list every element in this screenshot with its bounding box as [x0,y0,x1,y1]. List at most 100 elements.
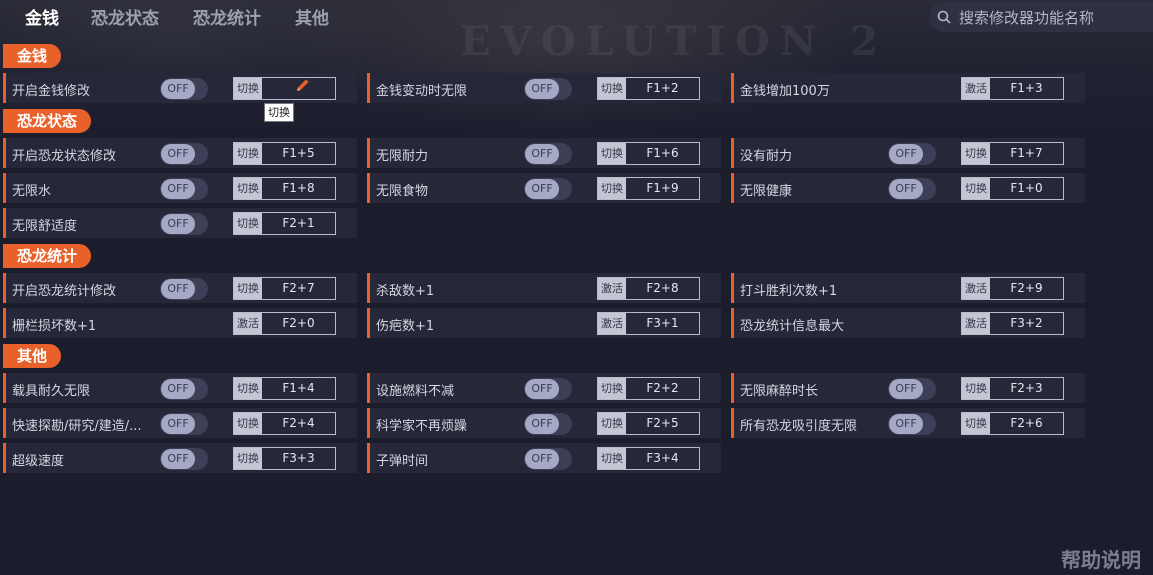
hotkey-field[interactable]: 激活 F1+3 [961,77,1064,100]
hotkey-value[interactable]: F1+0 [990,178,1063,199]
cheat-label: 载具耐久无限 [12,384,91,399]
pencil-icon[interactable] [295,77,311,100]
hotkey-field[interactable]: 切换 F1+6 [597,142,700,165]
hotkey-field[interactable]: 激活 F2+8 [597,277,700,300]
hotkey-value[interactable]: F2+0 [262,313,335,334]
hotkey-value[interactable]: F2+7 [262,278,335,299]
tab-money[interactable]: 金钱 [25,4,59,29]
hotkey-field[interactable]: 切换 F1+7 [961,142,1064,165]
off-toggle[interactable]: OFF [888,378,936,400]
hotkey-value[interactable]: F2+6 [990,413,1063,434]
hotkey-field[interactable]: 切换 F1+5 [233,142,336,165]
off-toggle[interactable]: OFF [160,78,208,100]
search-bar[interactable]: 搜索修改器功能名称 [929,2,1153,32]
hotkey-mode-label: 激活 [962,78,990,99]
hotkey-field[interactable]: 切换 F2+6 [961,412,1064,435]
cheat-row: 无限舒适度 OFF 切换 F2+1 [3,208,357,238]
hotkey-value[interactable]: F3+1 [626,313,699,334]
hotkey-field[interactable]: 切换 F3+4 [597,447,700,470]
off-toggle[interactable]: OFF [524,413,572,435]
hotkey-value[interactable]: F1+2 [626,78,699,99]
hotkey-value[interactable] [262,78,335,99]
toggle-state-label: OFF [161,179,195,199]
off-toggle[interactable]: OFF [524,378,572,400]
cheat-row: 无限健康 OFF 切换 F1+0 [731,173,1085,203]
section-header-dino-stats: 恐龙统计 [3,244,92,268]
cheat-row: 伤疤数+1 激活 F3+1 [367,308,721,338]
off-toggle[interactable]: OFF [524,178,572,200]
hotkey-value[interactable]: F1+9 [626,178,699,199]
off-toggle[interactable]: OFF [160,213,208,235]
hotkey-mode-label: 切换 [234,78,262,99]
hotkey-field[interactable]: 切换 F1+8 [233,177,336,200]
hotkey-value[interactable]: F3+4 [626,448,699,469]
toggle-state-label: OFF [525,79,559,99]
cheat-row: 没有耐力 OFF 切换 F1+7 [731,138,1085,168]
off-toggle[interactable]: OFF [888,413,936,435]
cheat-row: 无限耐力 OFF 切换 F1+6 [367,138,721,168]
cheat-label: 金钱增加100万 [740,84,830,99]
off-toggle[interactable]: OFF [888,143,936,165]
hotkey-value[interactable]: F3+2 [990,313,1063,334]
hotkey-value[interactable]: F1+8 [262,178,335,199]
hotkey-field[interactable]: 激活 F2+9 [961,277,1064,300]
search-input[interactable]: 搜索修改器功能名称 [959,7,1094,28]
cheat-row: 栅栏损坏数+1 激活 F2+0 [3,308,357,338]
hotkey-mode-label: 激活 [598,313,626,334]
hotkey-field[interactable]: 切换 F1+9 [597,177,700,200]
off-toggle[interactable]: OFF [524,78,572,100]
cheat-label: 无限麻醉时长 [740,384,819,399]
hotkey-mode-label: 切换 [598,448,626,469]
hotkey-field[interactable]: 切换 F1+2 [597,77,700,100]
hotkey-value[interactable]: F2+2 [626,378,699,399]
tab-dino-stats[interactable]: 恐龙统计 [193,4,261,29]
hotkey-value[interactable]: F2+4 [262,413,335,434]
hotkey-value[interactable]: F2+1 [262,213,335,234]
section-header-dino-status: 恐龙状态 [3,109,92,133]
hotkey-field[interactable]: 激活 F3+2 [961,312,1064,335]
off-toggle[interactable]: OFF [160,143,208,165]
help-button[interactable]: 帮助说明 [1061,544,1141,573]
hotkey-value[interactable]: F1+7 [990,143,1063,164]
hotkey-value[interactable]: F2+9 [990,278,1063,299]
hotkey-field[interactable]: 切换 F1+4 [233,377,336,400]
hotkey-value[interactable]: F2+3 [990,378,1063,399]
hotkey-mode-label: 切换 [234,413,262,434]
section-header-money: 金钱 [3,44,62,68]
cheat-label: 杀敌数+1 [376,284,435,299]
cheat-label: 无限舒适度 [12,219,78,234]
off-toggle[interactable]: OFF [160,178,208,200]
hotkey-value[interactable]: F1+4 [262,378,335,399]
hotkey-field[interactable]: 激活 F2+0 [233,312,336,335]
hotkey-value[interactable]: F1+5 [262,143,335,164]
hotkey-value[interactable]: F2+8 [626,278,699,299]
tab-other[interactable]: 其他 [295,4,329,29]
hotkey-field[interactable]: 切换 F2+7 [233,277,336,300]
hotkey-value[interactable]: F3+3 [262,448,335,469]
hotkey-field[interactable]: 激活 F3+1 [597,312,700,335]
hotkey-field[interactable]: 切换 [233,77,336,100]
hotkey-value[interactable]: F1+3 [990,78,1063,99]
hotkey-field[interactable]: 切换 F2+1 [233,212,336,235]
hotkey-field[interactable]: 切换 F1+0 [961,177,1064,200]
toggle-state-label: OFF [161,214,195,234]
hotkey-field[interactable]: 切换 F2+2 [597,377,700,400]
toggle-state-label: OFF [525,449,559,469]
tab-dino-status[interactable]: 恐龙状态 [91,4,159,29]
hotkey-value[interactable]: F2+5 [626,413,699,434]
off-toggle[interactable]: OFF [160,378,208,400]
hotkey-field[interactable]: 切换 F2+5 [597,412,700,435]
off-toggle[interactable]: OFF [160,278,208,300]
off-toggle[interactable]: OFF [524,143,572,165]
hotkey-value[interactable]: F1+6 [626,143,699,164]
hotkey-field[interactable]: 切换 F2+3 [961,377,1064,400]
off-toggle[interactable]: OFF [160,448,208,470]
tooltip: 切换 [264,103,294,122]
hotkey-field[interactable]: 切换 F2+4 [233,412,336,435]
off-toggle[interactable]: OFF [160,413,208,435]
cheat-label: 无限水 [12,184,52,199]
cheat-row: 所有恐龙吸引度无限 OFF 切换 F2+6 [731,408,1085,438]
off-toggle[interactable]: OFF [888,178,936,200]
off-toggle[interactable]: OFF [524,448,572,470]
hotkey-field[interactable]: 切换 F3+3 [233,447,336,470]
